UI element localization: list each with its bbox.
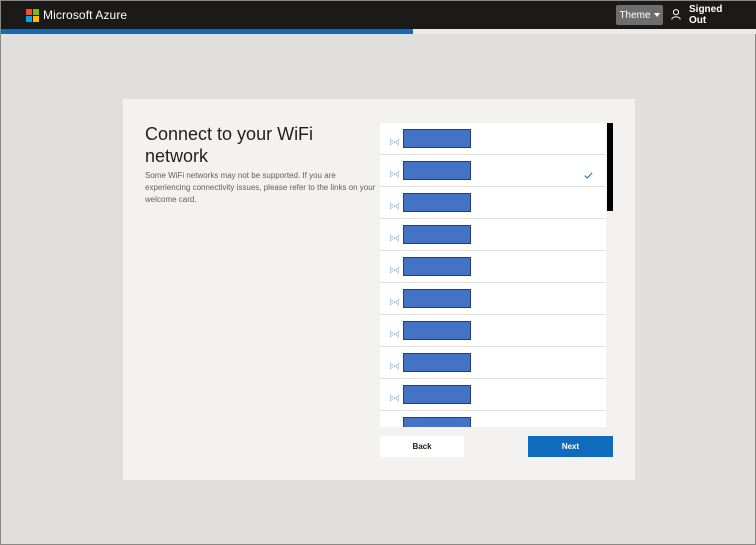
wifi-network-row[interactable] [380,155,606,187]
wifi-signal-icon [390,421,399,427]
wifi-signal-icon [389,325,400,343]
wifi-setup-card: Connect to your WiFi network Some WiFi n… [123,99,635,480]
network-name-redacted [403,289,471,308]
wifi-network-row[interactable] [380,379,606,411]
wifi-network-row[interactable] [380,283,606,315]
wifi-signal-icon [389,133,400,151]
network-name-redacted [403,129,471,148]
wifi-network-row[interactable] [380,411,606,427]
page-description: Some WiFi networks may not be supported.… [145,171,376,204]
network-name-redacted [403,225,471,244]
list-scrollbar[interactable] [607,123,613,211]
wifi-network-row[interactable] [380,251,606,283]
theme-label: Theme [619,9,651,21]
wifi-signal-icon [389,165,400,183]
brand[interactable]: Microsoft Azure [26,8,127,22]
page-title: Connect to your WiFi network [145,124,314,166]
logo-square-blue [26,15,32,22]
network-name-redacted [403,321,471,340]
network-name-redacted [403,193,471,212]
logo-square-yellow [33,15,39,22]
theme-button[interactable]: Theme [616,5,663,25]
wifi-signal-icon [389,293,400,311]
network-name-redacted [403,417,471,427]
wifi-network-list[interactable] [380,123,606,427]
wifi-signal-icon [389,261,400,279]
wifi-network-row[interactable] [380,219,606,251]
wifi-signal-icon [389,197,400,215]
wifi-signal-icon [389,389,400,407]
checkmark-icon [584,166,593,184]
back-button[interactable]: Back [380,436,464,457]
network-name-redacted [403,353,471,372]
chevron-down-icon [653,13,660,17]
network-name-redacted [403,385,471,404]
wifi-network-row[interactable] [380,123,606,155]
wifi-signal-icon [389,357,400,375]
progress-fill [1,29,414,34]
progress-bar [1,29,756,34]
brand-name: Microsoft Azure [43,8,128,22]
user-status[interactable]: Signed Out [689,4,729,26]
user-icon[interactable] [671,9,681,20]
wifi-network-row[interactable] [380,187,606,219]
wifi-network-row[interactable] [380,315,606,347]
logo-square-red [26,8,32,15]
network-name-redacted [403,161,471,180]
logo-square-green [33,8,39,15]
top-bar: Microsoft Azure Theme Signed Out [1,1,756,29]
next-button[interactable]: Next [528,436,613,457]
wifi-signal-icon [389,229,400,247]
microsoft-logo-icon [26,8,39,22]
network-name-redacted [403,257,471,276]
wifi-network-row[interactable] [380,347,606,379]
